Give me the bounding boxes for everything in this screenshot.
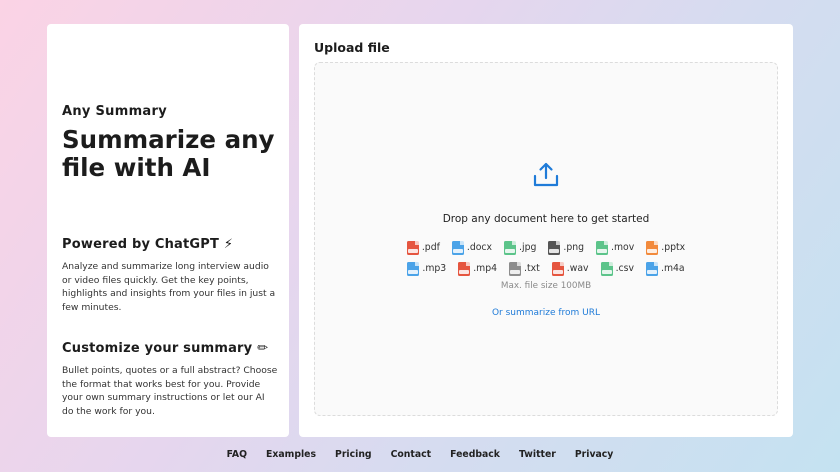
footer-nav: FAQ Examples Pricing Contact Feedback Twitter… — [0, 449, 840, 460]
filetype-item: .pptx — [646, 240, 686, 255]
drop-instructions: Drop any document here to get started — [442, 213, 650, 225]
filetype-label: .pdf — [421, 242, 440, 253]
summarize-from-url-link[interactable]: Or summarize from URL — [315, 308, 777, 318]
file-type-icon — [600, 261, 613, 276]
customize-description: Bullet points, quotes or a full abstract… — [62, 365, 278, 417]
max-file-size: Max. file size 100MB — [500, 281, 592, 291]
brand-name: Any Summary — [62, 104, 167, 119]
filetype-label: .mp4 — [473, 263, 498, 274]
filetype-item: .m4a — [645, 261, 685, 276]
supported-filetypes: .pdf .docx .jpg .png .mov .pptx .mp3 .mp4 .txt.… — [315, 237, 777, 279]
footer-link-privacy[interactable]: Privacy — [575, 449, 614, 460]
file-type-icon — [406, 240, 419, 255]
upload-icon — [533, 162, 559, 187]
filetype-label: .txt — [524, 263, 540, 274]
filetype-label: .mov — [611, 242, 635, 253]
lightning-icon: ⚡ — [223, 237, 234, 252]
file-dropzone[interactable]: Drop any document here to get started .p… — [314, 62, 778, 416]
page-headline: Summarize any file with AI — [62, 125, 275, 182]
footer-link-contact[interactable]: Contact — [391, 449, 432, 460]
filetype-item: .txt — [509, 261, 540, 276]
footer-link-examples[interactable]: Examples — [266, 449, 316, 460]
filetype-item: .wav — [551, 261, 589, 276]
powered-section-title: Powered by ChatGPT ⚡ — [62, 237, 233, 252]
filetype-label: .pptx — [661, 242, 686, 253]
footer-link-pricing[interactable]: Pricing — [335, 449, 372, 460]
filetype-label: .png — [563, 242, 585, 253]
filetype-item: .mov — [596, 240, 635, 255]
filetype-item: .pdf — [406, 240, 440, 255]
file-type-icon — [407, 261, 420, 276]
filetypes-row: .mp3 .mp4 .txt .wav .csv .m4a — [315, 258, 777, 279]
file-type-icon — [548, 240, 561, 255]
filetype-item: .mp3 — [407, 261, 447, 276]
filetype-item: .mp4 — [458, 261, 498, 276]
filetype-label: .csv — [615, 263, 634, 274]
file-type-icon — [451, 240, 464, 255]
filetype-item: .jpg — [504, 240, 537, 255]
file-type-icon — [596, 240, 609, 255]
footer-link-feedback[interactable]: Feedback — [450, 449, 500, 460]
file-type-icon — [504, 240, 517, 255]
file-type-icon — [458, 261, 471, 276]
intro-panel: Any Summary Summarize any file with AI P… — [47, 24, 289, 437]
pencil-icon: ✏ — [257, 341, 269, 356]
file-type-icon — [509, 261, 522, 276]
filetype-label: .mp3 — [422, 263, 447, 274]
footer-link-faq[interactable]: FAQ — [227, 449, 247, 460]
file-type-icon — [646, 240, 659, 255]
filetype-item: .csv — [600, 261, 634, 276]
customize-section-title: Customize your summary ✏ — [62, 341, 268, 356]
filetype-label: .wav — [566, 263, 589, 274]
powered-title-text: Powered by ChatGPT — [62, 237, 220, 252]
file-type-icon — [551, 261, 564, 276]
filetypes-row: .pdf .docx .jpg .png .mov .pptx — [315, 237, 777, 258]
filetype-label: .jpg — [519, 242, 537, 253]
powered-description: Analyze and summarize long interview aud… — [62, 261, 276, 313]
upload-panel: Upload file Drop any document here to ge… — [299, 24, 793, 437]
customize-title-text: Customize your summary — [62, 341, 253, 356]
filetype-label: .docx — [466, 242, 493, 253]
file-type-icon — [645, 261, 658, 276]
filetype-item: .docx — [451, 240, 493, 255]
filetype-label: .m4a — [660, 263, 685, 274]
footer-link-twitter[interactable]: Twitter — [519, 449, 556, 460]
upload-title: Upload file — [314, 40, 390, 55]
filetype-item: .png — [548, 240, 585, 255]
